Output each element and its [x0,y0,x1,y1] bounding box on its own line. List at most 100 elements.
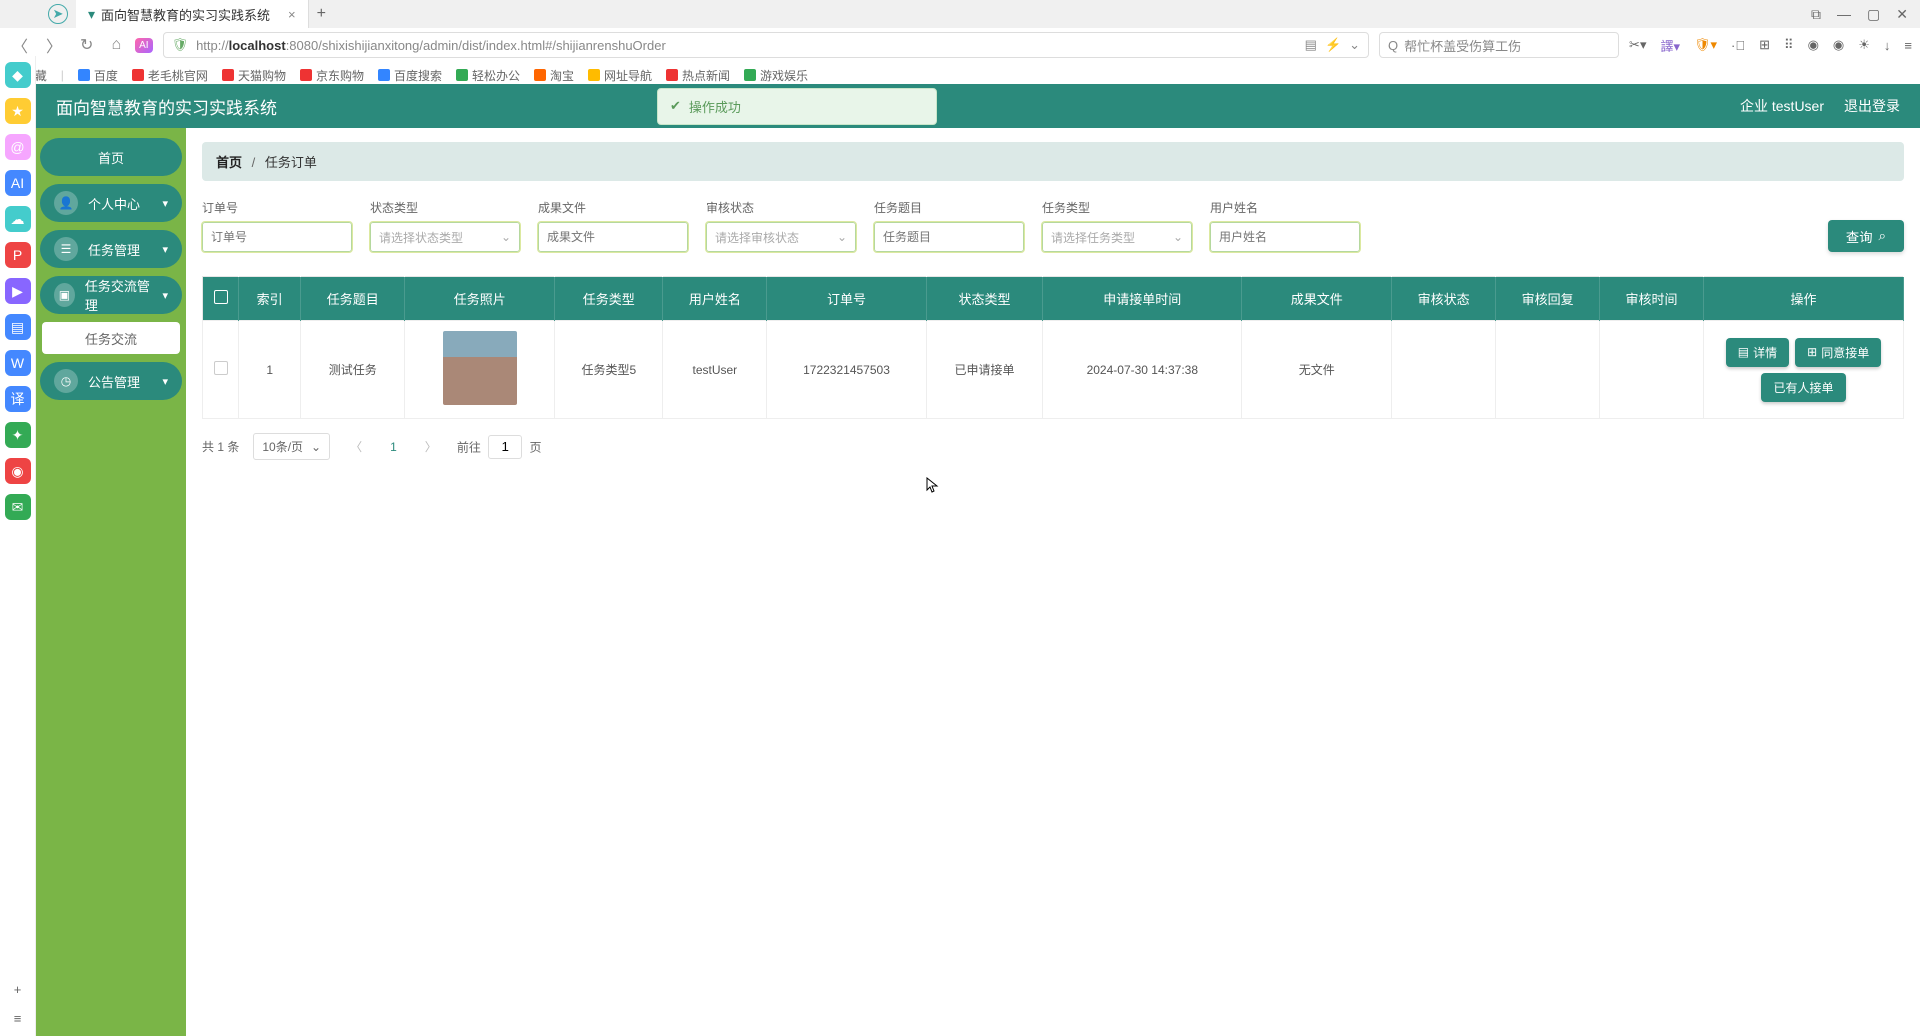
os-word-icon[interactable]: W [5,350,31,376]
os-doc-icon[interactable]: ▤ [5,314,31,340]
settings-icon[interactable]: ☀ [1858,37,1870,53]
shield-icon[interactable]: 🛡▾ [1694,37,1717,53]
main-content: 首页 / 任务订单 订单号 状态类型 请选择状态类型⌄ 成果文件 审核状态 请选… [186,128,1920,1036]
bookmark-nav[interactable]: 网址导航 [588,67,652,84]
os-mail-icon[interactable]: ✉ [5,494,31,520]
select-all-checkbox[interactable] [214,290,228,304]
agree-button[interactable]: ⊞同意接单 [1795,338,1881,367]
bookmark-news[interactable]: 热点新闻 [666,67,730,84]
toast-text: 操作成功 [689,97,741,116]
bookmark-baidu[interactable]: 百度 [78,67,118,84]
chevron-down-icon[interactable]: ⌄ [1349,37,1360,53]
new-tab-button[interactable]: + [317,5,326,23]
qr-icon[interactable]: ▤ [1305,37,1317,53]
os-chat-icon[interactable]: ☁ [5,206,31,232]
os-ai-icon[interactable]: @ [5,134,31,160]
nav-home[interactable]: 首页 [40,138,182,176]
chevron-down-icon: ⌄ [311,440,321,454]
nav-task-comm[interactable]: 任务交流 [42,322,180,354]
ai-badge-icon[interactable]: AI [135,38,152,53]
close-tab-icon[interactable]: × [288,7,296,22]
back-button[interactable]: 〈 [8,33,32,57]
os-video-icon[interactable]: ▶ [5,278,31,304]
nav-task-comm-mgmt[interactable]: ▣ 任务交流管理 ▾ [40,276,182,314]
filter-order-no: 订单号 [202,199,352,252]
os-list-icon[interactable]: ≡ [14,1011,22,1026]
audit-status-select[interactable]: 请选择审核状态⌄ [706,222,856,252]
app-body: 首页 👤 个人中心 ▾ ☰ 任务管理 ▾ ▣ 任务交流管理 ▾ 任务交流 ◷ 公… [36,128,1920,1036]
bookmark-office[interactable]: 轻松办公 [456,67,520,84]
breadcrumb-home[interactable]: 首页 [216,155,242,170]
query-button[interactable]: 查询 ⌕ [1828,220,1904,252]
os-app-icon[interactable]: ◆ [5,62,31,88]
bookmark-laomaotao[interactable]: 老毛桃官网 [132,67,208,84]
edge-icon[interactable]: ◉ [1833,37,1844,53]
result-file-input[interactable] [538,222,688,252]
filter-bar: 订单号 状态类型 请选择状态类型⌄ 成果文件 审核状态 请选择审核状态⌄ 任务题… [202,199,1904,252]
chrome-icon[interactable]: ◉ [1808,37,1819,53]
os-add-icon[interactable]: + [14,982,22,997]
task-thumbnail[interactable] [443,331,517,405]
goto-page: 前往 页 [457,435,542,459]
tab-nav-icon[interactable]: ➤ [48,4,68,24]
browser-tab[interactable]: ▾ 面向智慧教育的实习实践系统 × [76,0,309,28]
logout-link[interactable]: 退出登录 [1844,96,1900,116]
next-page-button[interactable]: 〉 [419,438,443,455]
page-number[interactable]: 1 [382,440,405,454]
browser-search-input[interactable]: Q 帮忙杯盖受伤算工伤 [1379,32,1619,58]
prev-page-button[interactable]: 〈 [344,438,368,455]
address-bar: 〈 〉 ↻ ⌂ AI 🛡 http://localhost:8080/shixi… [0,28,1920,62]
bookmark-game[interactable]: 游戏娱乐 [744,67,808,84]
os-weibo-icon[interactable]: ◉ [5,458,31,484]
os-star-icon[interactable]: ★ [5,98,31,124]
home-button[interactable]: ⌂ [107,36,125,54]
order-no-input[interactable] [202,222,352,252]
taken-button[interactable]: 已有人接单 [1761,373,1845,402]
bookmark-baidusearch[interactable]: 百度搜索 [378,67,442,84]
reader-icon[interactable]: ⧉ [1811,6,1821,23]
chevron-down-icon: ⌄ [837,230,847,244]
task-title-input[interactable] [874,222,1024,252]
filter-user-name: 用户姓名 [1210,199,1360,252]
detail-button[interactable]: ▤详情 [1726,338,1789,367]
bookmark-jd[interactable]: 京东购物 [300,67,364,84]
apps-icon[interactable]: ⠿ [1784,37,1794,53]
os-pdf-icon[interactable]: P [5,242,31,268]
zoom-icon[interactable]: ·⃝ [1731,38,1745,53]
forward-button[interactable]: 〉 [42,33,66,57]
close-window-icon[interactable]: ✕ [1896,6,1908,23]
row-checkbox[interactable] [214,361,228,375]
os-green-icon[interactable]: ✦ [5,422,31,448]
cell-audit-reply [1496,321,1600,419]
status-type-select[interactable]: 请选择状态类型⌄ [370,222,520,252]
translate-icon[interactable]: 譯▾ [1660,36,1680,55]
menu-icon[interactable]: ≡ [1904,38,1912,53]
extension-icon[interactable]: ⊞ [1759,37,1770,53]
bookmark-taobao[interactable]: 淘宝 [534,67,574,84]
user-label[interactable]: 企业 testUser [1740,96,1824,116]
reload-button[interactable]: ↻ [76,35,97,55]
nav-notice-mgmt[interactable]: ◷ 公告管理 ▾ [40,362,182,400]
goto-page-input[interactable] [488,435,522,459]
download-icon[interactable]: ↓ [1884,38,1891,53]
url-input[interactable]: 🛡 http://localhost:8080/shixishijianxito… [163,32,1369,58]
filter-task-title: 任务题目 [874,199,1024,252]
nav-task-mgmt[interactable]: ☰ 任务管理 ▾ [40,230,182,268]
page-size-select[interactable]: 10条/页 ⌄ [253,433,330,460]
lock-icon: 🛡 [172,37,189,53]
nav-profile[interactable]: 👤 个人中心 ▾ [40,184,182,222]
os-ai2-icon[interactable]: AI [5,170,31,196]
cell-index: 1 [239,321,301,419]
window-controls: ⧉ — ▢ ✕ [1811,6,1920,23]
tab-bar: ➤ ▾ 面向智慧教育的实习实践系统 × + ⧉ — ▢ ✕ [0,0,1920,28]
search-icon: ⌕ [1879,228,1886,244]
maximize-icon[interactable]: ▢ [1867,6,1880,23]
bookmark-tmall[interactable]: 天猫购物 [222,67,286,84]
task-type-select[interactable]: 请选择任务类型⌄ [1042,222,1192,252]
os-translate-icon[interactable]: 译 [5,386,31,412]
user-name-input[interactable] [1210,222,1360,252]
scissors-icon[interactable]: ✂▾ [1629,37,1646,53]
cell-task-title: 测试任务 [301,321,405,419]
flash-icon[interactable]: ⚡ [1325,37,1341,53]
minimize-icon[interactable]: — [1837,6,1851,23]
